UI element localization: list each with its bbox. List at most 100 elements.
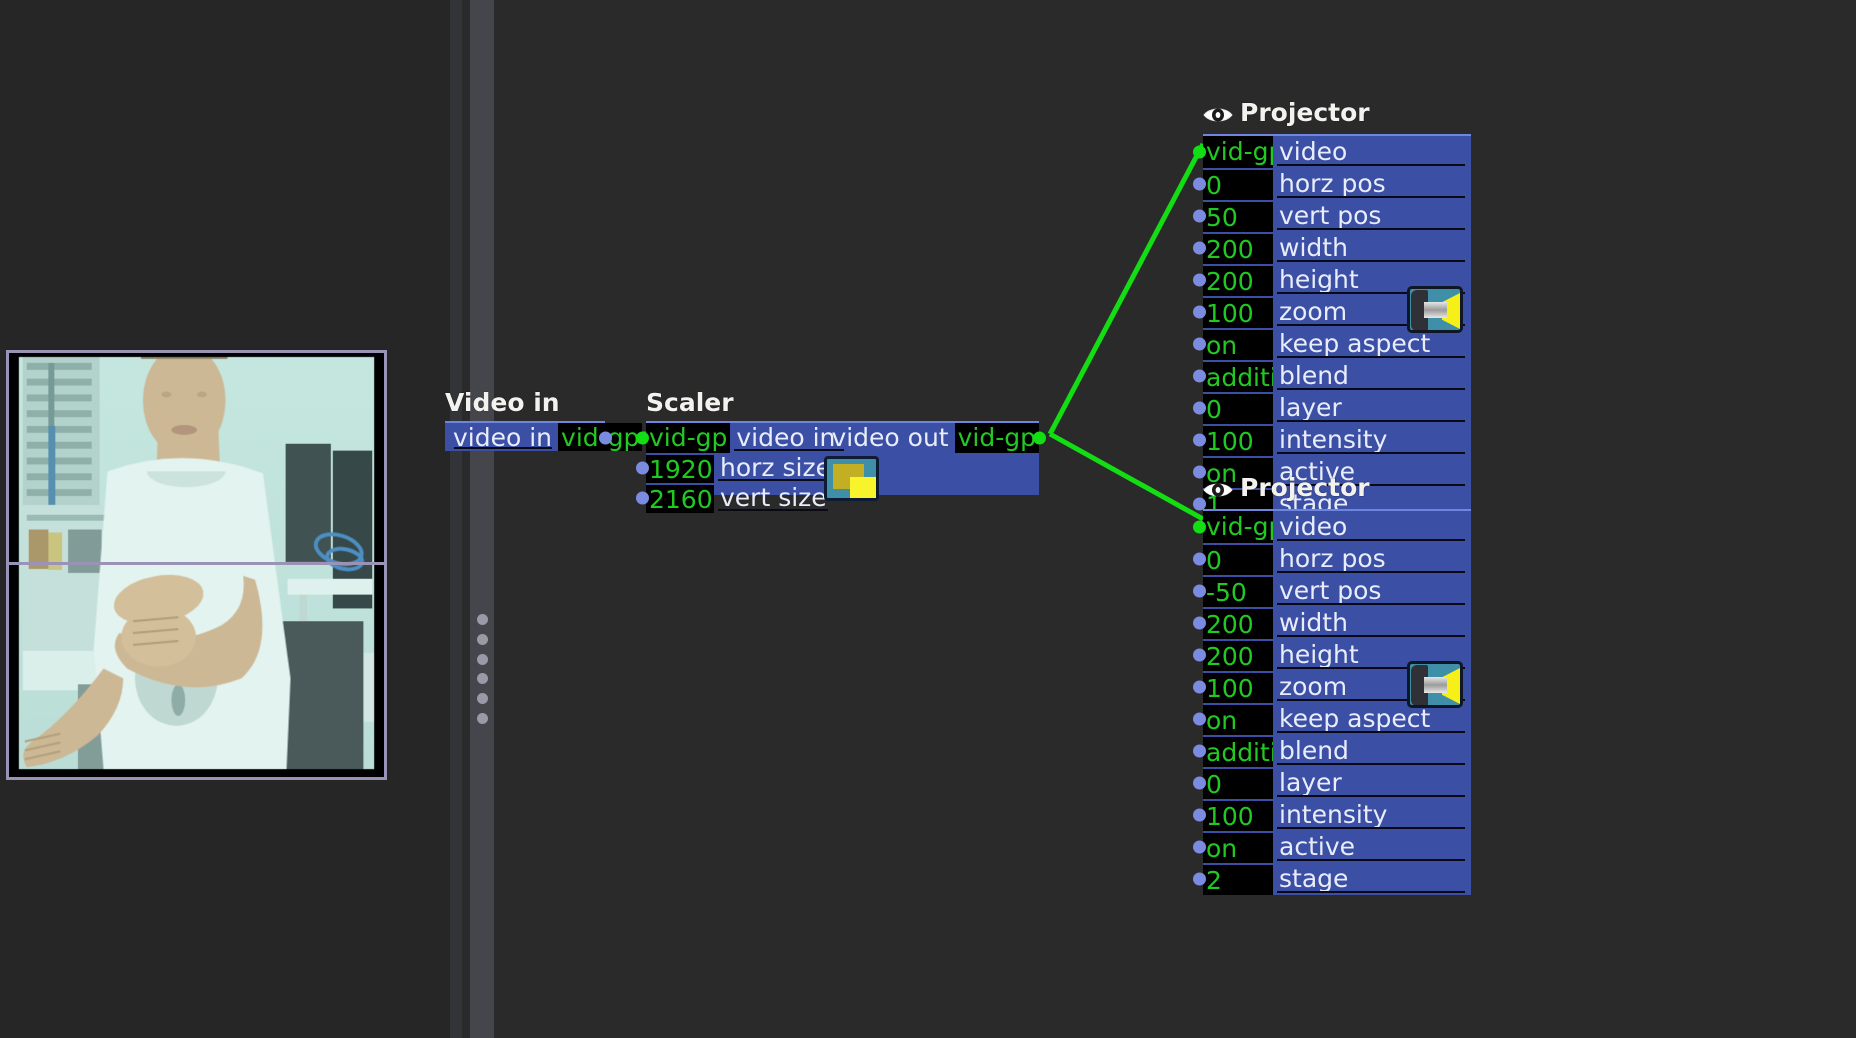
port-value-video-in[interactable]: vid-gp <box>646 423 731 453</box>
eye-icon[interactable] <box>1203 101 1233 131</box>
port-value-keep-aspect[interactable]: on <box>1203 328 1273 360</box>
input-socket-vert-pos[interactable] <box>1193 584 1206 598</box>
port-value-layer[interactable]: 0 <box>1203 767 1273 799</box>
input-socket-stage[interactable] <box>1193 872 1206 886</box>
node-title: Projector <box>1203 98 1471 131</box>
node-scaler[interactable]: Scaler vid-gp video in 1920 horz size 21… <box>636 388 1046 513</box>
input-socket-intensity[interactable] <box>1193 808 1206 822</box>
input-socket-horz-pos[interactable] <box>1193 177 1206 191</box>
port-value-active[interactable]: on <box>1203 831 1273 863</box>
node-video-in[interactable]: Video in video in vid-gp <box>445 388 643 452</box>
webcam-preview-image <box>9 353 384 777</box>
node-row[interactable]: vid-gpvideo <box>1193 136 1471 168</box>
node-row[interactable]: additiveblend <box>1193 360 1471 392</box>
output-socket[interactable] <box>599 431 612 445</box>
input-socket-zoom[interactable] <box>1193 305 1206 319</box>
node-row[interactable]: -50 vert pos <box>1193 575 1471 607</box>
port-value-stage[interactable]: 2 <box>1203 863 1273 895</box>
port-value-vert-pos[interactable]: 50 <box>1203 200 1273 232</box>
input-socket-video[interactable] <box>1193 145 1206 159</box>
port-value-height[interactable]: 200 <box>1203 639 1273 671</box>
port-value-video[interactable]: vid-gp <box>1203 136 1273 168</box>
port-value-horz-pos[interactable]: 0 <box>1203 168 1273 200</box>
node-output-row[interactable]: video out vid-gp <box>825 423 1046 453</box>
port-value-width[interactable]: 200 <box>1203 607 1273 639</box>
preview-split-line[interactable] <box>6 562 387 565</box>
splitter-grip[interactable] <box>470 614 494 724</box>
input-socket-intensity[interactable] <box>1193 433 1206 447</box>
node-projector-2[interactable]: Projector vid-gpvideo0horz pos-50vert po… <box>1193 473 1471 895</box>
node-row[interactable]: on active <box>1193 831 1471 863</box>
node-body[interactable]: video in vid-gp <box>445 421 643 452</box>
panel-splitter[interactable] <box>470 0 494 1038</box>
input-socket-video-in[interactable] <box>636 431 649 445</box>
input-socket-layer[interactable] <box>1193 401 1206 415</box>
port-value-blend[interactable]: additive <box>1203 360 1273 392</box>
port-label-video: video <box>1273 136 1471 168</box>
projector-icon-barrel <box>1424 302 1447 318</box>
input-socket-height[interactable] <box>1193 273 1206 287</box>
port-value-width[interactable]: 200 <box>1203 232 1273 264</box>
port-value-layer[interactable]: 0 <box>1203 392 1273 424</box>
node-row[interactable]: 0 layer <box>1193 767 1471 799</box>
projector-icon <box>1407 661 1463 708</box>
input-socket-vert-pos[interactable] <box>1193 209 1206 223</box>
input-socket-blend[interactable] <box>1193 744 1206 758</box>
node-body[interactable]: vid-gp video in 1920 horz size 2160 vert… <box>636 421 1046 513</box>
grip-dot <box>476 712 488 724</box>
port-label-video-in: video in <box>450 423 558 452</box>
node-graph-canvas[interactable]: Video in video in vid-gp Scaler vid-gp v… <box>445 0 1856 1038</box>
node-row[interactable]: 100 intensity <box>1193 799 1471 831</box>
port-value-intensity[interactable]: 100 <box>1203 424 1273 456</box>
port-label-stage: stage <box>1273 863 1471 895</box>
node-row[interactable]: 200 width <box>1193 607 1471 639</box>
video-preview-frame[interactable] <box>6 350 387 780</box>
port-label-vert-pos: vert pos <box>1273 575 1471 607</box>
node-row[interactable]: 200 width <box>1193 232 1471 264</box>
port-value-video[interactable]: vid-gp <box>1203 511 1273 543</box>
node-title: Projector <box>1203 473 1471 506</box>
node-row[interactable]: 2 stage <box>1193 863 1471 895</box>
input-socket-height[interactable] <box>1193 648 1206 662</box>
node-row[interactable]: vid-gpvideo <box>1193 511 1471 543</box>
input-socket-horz-pos[interactable] <box>1193 552 1206 566</box>
input-socket-keep-aspect[interactable] <box>1193 712 1206 726</box>
port-value-zoom[interactable]: 100 <box>1203 671 1273 703</box>
port-value-horz-size[interactable]: 1920 <box>646 453 714 483</box>
port-label-layer: layer <box>1273 392 1471 424</box>
port-value-vert-pos[interactable]: -50 <box>1203 575 1273 607</box>
input-socket-keep-aspect[interactable] <box>1193 337 1206 351</box>
input-socket-blend[interactable] <box>1193 369 1206 383</box>
port-value-zoom[interactable]: 100 <box>1203 296 1273 328</box>
node-row[interactable]: 50 vert pos <box>1193 200 1471 232</box>
node-row[interactable]: 0 horz pos <box>1193 168 1471 200</box>
port-label-vert-size: vert size <box>714 483 834 513</box>
port-value-horz-pos[interactable]: 0 <box>1203 543 1273 575</box>
output-socket-video-out[interactable] <box>1033 431 1046 445</box>
node-body[interactable]: vid-gpvideo0horz pos50vert pos200width20… <box>1193 134 1471 520</box>
node-row[interactable]: 0 layer <box>1193 392 1471 424</box>
port-value-keep-aspect[interactable]: on <box>1203 703 1273 735</box>
port-value-vert-size[interactable]: 2160 <box>646 483 714 513</box>
input-socket-width[interactable] <box>1193 241 1206 255</box>
projector-icon <box>1407 286 1463 333</box>
input-socket-width[interactable] <box>1193 616 1206 630</box>
node-row[interactable]: 0 horz pos <box>1193 543 1471 575</box>
port-value-blend[interactable]: additive <box>1203 735 1273 767</box>
input-socket-layer[interactable] <box>1193 776 1206 790</box>
input-socket-vert-size[interactable] <box>636 491 649 505</box>
node-row[interactable]: 100 intensity <box>1193 424 1471 456</box>
node-row[interactable]: additiveblend <box>1193 735 1471 767</box>
connection-links <box>605 142 1206 522</box>
port-value-intensity[interactable]: 100 <box>1203 799 1273 831</box>
input-socket-video[interactable] <box>1193 520 1206 534</box>
node-projector-1[interactable]: Projector vid-gpvideo0horz pos50vert pos… <box>1193 98 1471 520</box>
input-socket-zoom[interactable] <box>1193 680 1206 694</box>
node-body[interactable]: vid-gpvideo0horz pos-50vert pos200width2… <box>1193 509 1471 895</box>
port-value-height[interactable]: 200 <box>1203 264 1273 296</box>
input-socket-horz-size[interactable] <box>636 461 649 475</box>
eye-icon[interactable] <box>1203 476 1233 506</box>
grip-dot <box>476 614 488 625</box>
input-socket-active[interactable] <box>1193 840 1206 854</box>
port-value-video-out[interactable]: vid-gp <box>954 423 1039 453</box>
